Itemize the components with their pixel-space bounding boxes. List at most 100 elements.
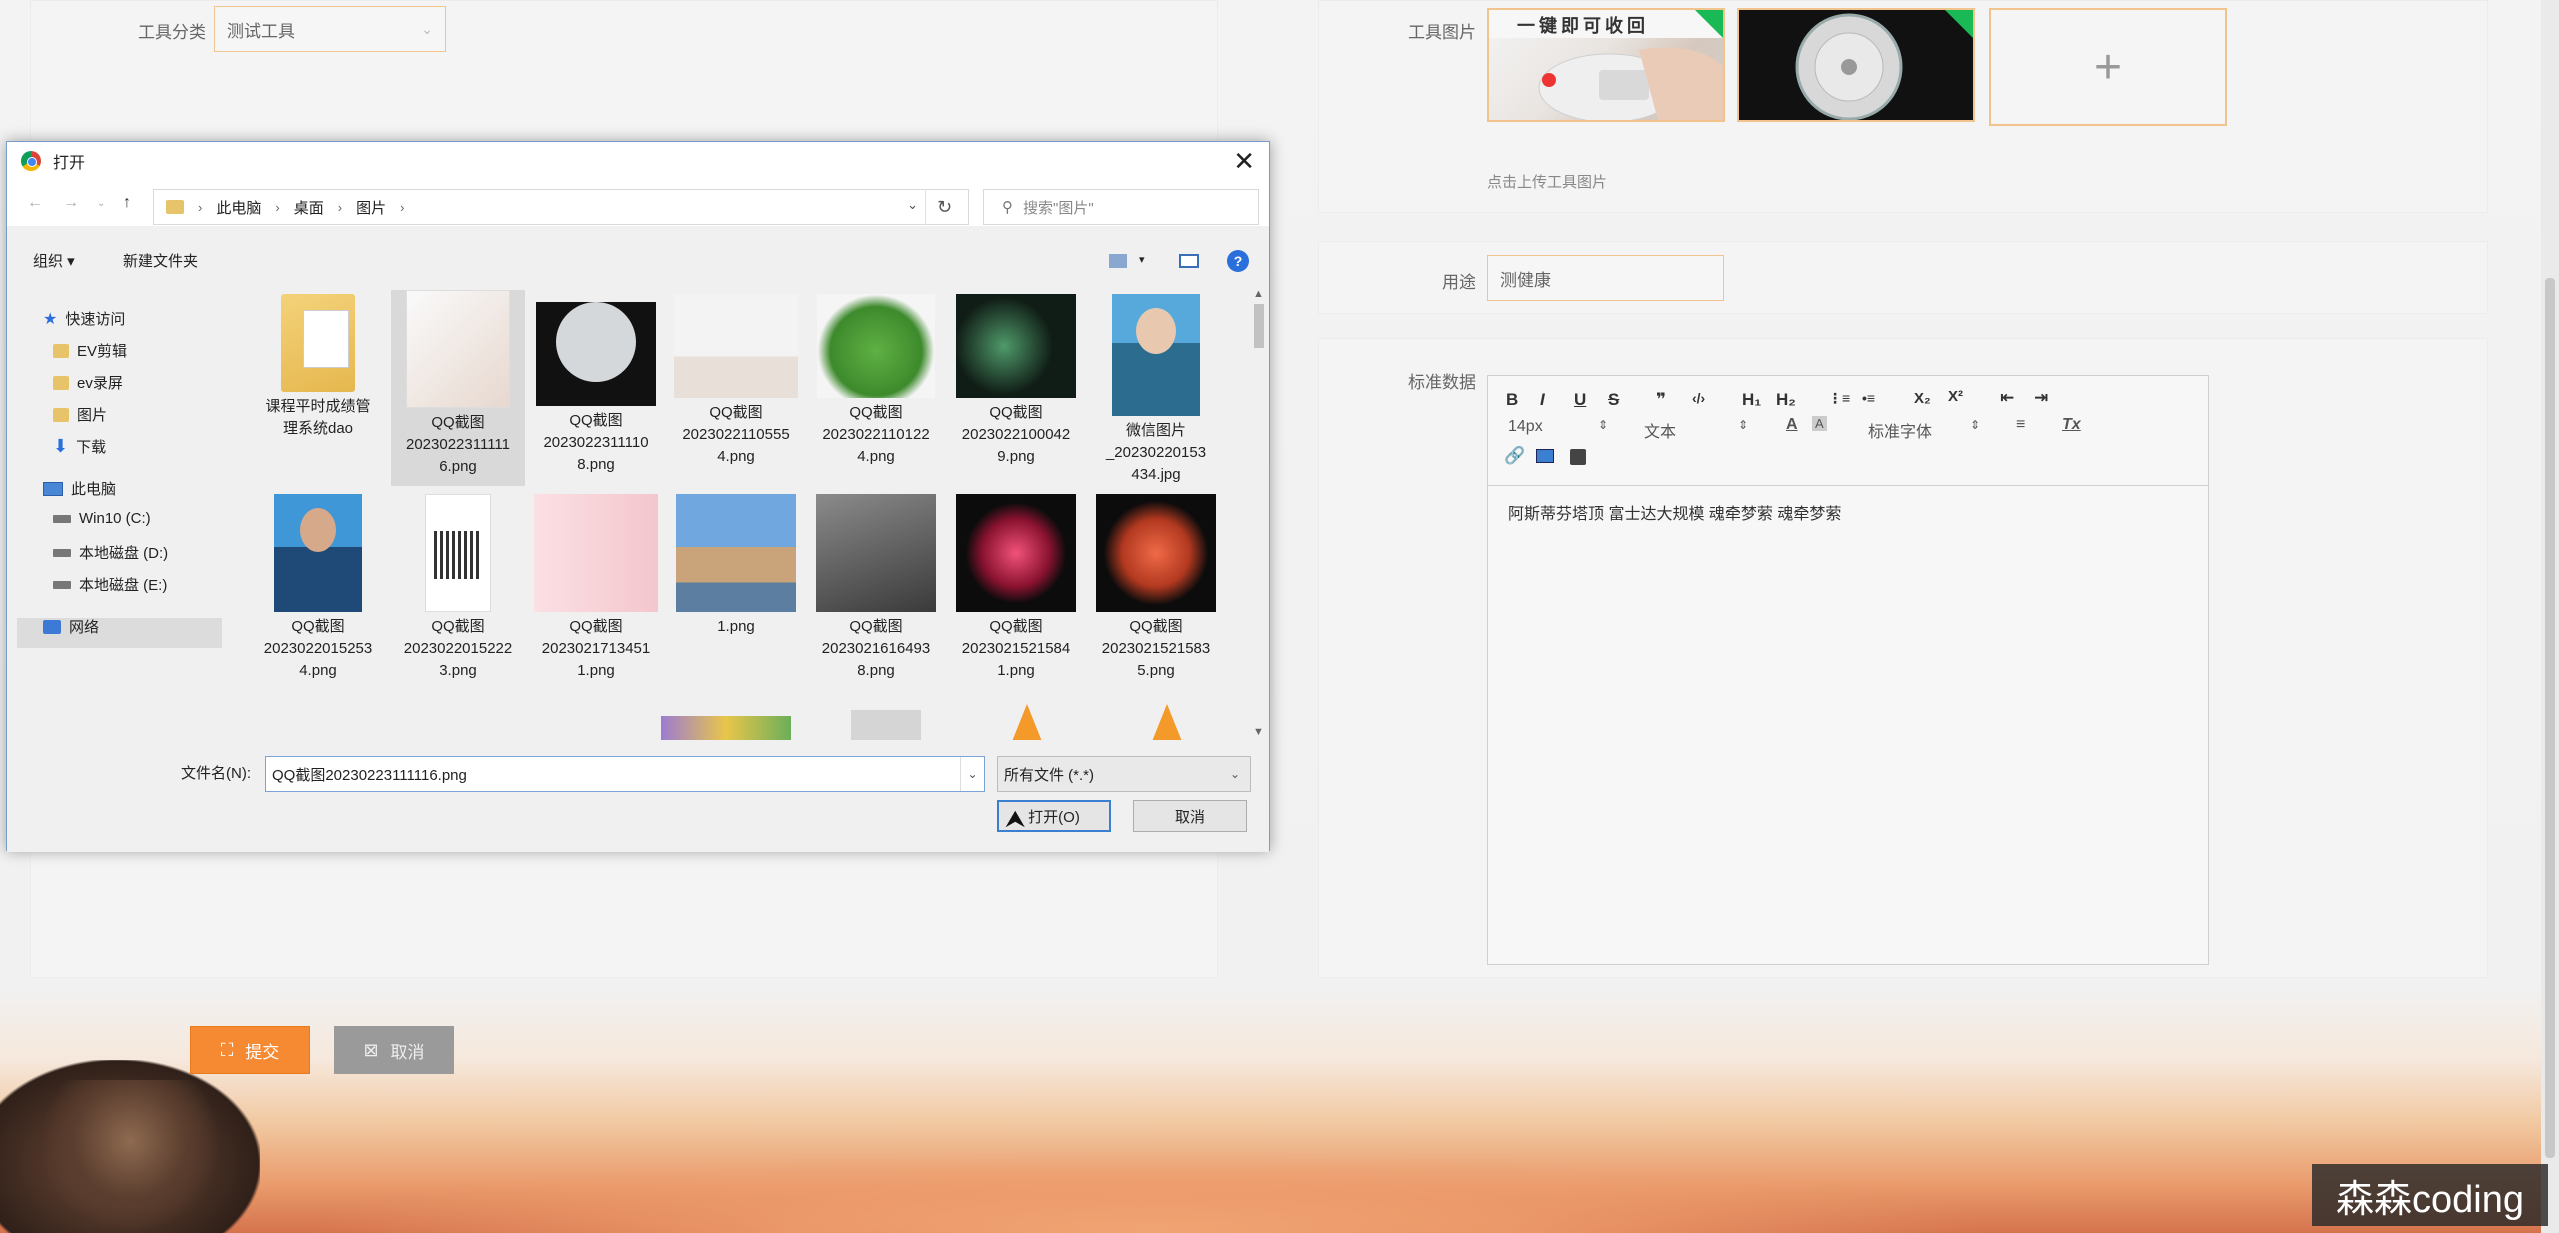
- clear-format-button[interactable]: Tx: [2062, 416, 2081, 434]
- nav-item-ev-edit[interactable]: EV剪辑: [53, 340, 127, 361]
- page-scrollbar-thumb[interactable]: [2545, 278, 2555, 1158]
- nav-item-pictures[interactable]: 图片: [53, 404, 107, 425]
- h2-button[interactable]: H₂: [1776, 390, 1796, 410]
- file-item[interactable]: QQ截图 2023022110122 4.png: [809, 290, 943, 468]
- scroll-down-icon[interactable]: ▼: [1253, 726, 1264, 738]
- page-scrollbar[interactable]: [2541, 0, 2559, 1233]
- image-icon[interactable]: [1536, 449, 1554, 463]
- file-item[interactable]: 1.png: [669, 490, 803, 638]
- mouse-cursor-icon: ⮝: [1005, 806, 1026, 833]
- file-item[interactable]: QQ截图 2023022311110 8.png: [529, 290, 663, 476]
- superscript-button[interactable]: X²: [1948, 388, 1963, 405]
- chevron-down-icon[interactable]: ⌄: [907, 197, 918, 213]
- font-size-select[interactable]: 14px: [1508, 418, 1543, 436]
- align-button[interactable]: ≡: [2016, 416, 2025, 434]
- address-bar[interactable]: › 此电脑 › 桌面 › 图片 › ⌄: [153, 189, 969, 225]
- drive-icon: [53, 548, 71, 557]
- file-item[interactable]: 微信图片 _20230220153 434.jpg: [1089, 290, 1223, 486]
- close-icon[interactable]: ✕: [1233, 146, 1255, 177]
- underline-button[interactable]: U: [1574, 390, 1586, 410]
- cancel-button[interactable]: ⊠ 取消: [334, 1026, 454, 1074]
- nav-quick-access[interactable]: ★ 快速访问: [43, 308, 125, 329]
- bullet-list-button[interactable]: •≡: [1862, 390, 1875, 406]
- vlc-icon[interactable]: [1011, 704, 1043, 740]
- file-list-scrollbar[interactable]: ▲ ▼: [1249, 286, 1267, 742]
- star-icon: ★: [43, 310, 58, 328]
- file-item[interactable]: QQ截图 2023022110555 4.png: [669, 290, 803, 468]
- new-folder-button[interactable]: 新建文件夹: [123, 250, 198, 271]
- image-thumbnail: [674, 294, 798, 398]
- view-options-icon[interactable]: [1109, 254, 1127, 268]
- ordered-list-button[interactable]: ⋮≡: [1828, 390, 1850, 407]
- subscript-button[interactable]: X₂: [1914, 390, 1931, 407]
- scroll-up-icon[interactable]: ▲: [1253, 288, 1264, 300]
- file-item[interactable]: QQ截图 2023021616493 8.png: [809, 490, 943, 682]
- category-select[interactable]: 测试工具 ⌄: [214, 6, 446, 52]
- file-item[interactable]: QQ截图 2023022100042 9.png: [949, 290, 1083, 468]
- file-item[interactable]: 课程平时成绩管 理系统dao: [251, 290, 385, 440]
- purpose-input[interactable]: 测健康: [1487, 255, 1724, 301]
- breadcrumb-this-pc[interactable]: 此电脑: [216, 197, 261, 218]
- refresh-icon[interactable]: ↻: [925, 189, 963, 225]
- filename-value: QQ截图20230223111116.png: [272, 766, 467, 784]
- folder-icon: [281, 294, 355, 392]
- help-icon[interactable]: ?: [1227, 250, 1249, 272]
- back-arrow-icon[interactable]: ←: [27, 194, 43, 212]
- save-icon[interactable]: [1570, 449, 1586, 465]
- blockquote-button[interactable]: ❞: [1656, 390, 1666, 410]
- nav-item-ev-record[interactable]: ev录屏: [53, 372, 123, 393]
- submit-icon: ⛶: [220, 1039, 234, 1060]
- file-name: QQ截图 2023022015222 3.png: [403, 618, 513, 679]
- background-color-icon[interactable]: A: [1812, 416, 1827, 431]
- nav-drive-e[interactable]: 本地磁盘 (E:): [53, 574, 167, 595]
- round-scale-photo: [1795, 13, 1903, 120]
- editor-content[interactable]: 阿斯蒂芬塔顶 富士达大规模 魂牵梦萦 魂牵梦萦: [1508, 500, 1841, 524]
- vlc-icon[interactable]: [1151, 704, 1183, 740]
- file-item[interactable]: QQ截图 2023021713451 1.png: [529, 490, 663, 682]
- file-item[interactable]: QQ截图 2023022015253 4.png: [251, 490, 385, 682]
- breadcrumb-pictures[interactable]: 图片: [356, 197, 386, 218]
- dialog-cancel-button[interactable]: 取消: [1133, 800, 1247, 832]
- tool-image-1[interactable]: 一键即可收回: [1487, 8, 1725, 122]
- scrollbar-thumb[interactable]: [1254, 304, 1264, 348]
- filename-input[interactable]: QQ截图20230223111116.png ⌄: [265, 756, 985, 792]
- nav-drive-c[interactable]: Win10 (C:): [53, 510, 151, 527]
- nav-drive-d[interactable]: 本地磁盘 (D:): [53, 542, 168, 563]
- h1-button[interactable]: H₁: [1742, 390, 1761, 410]
- italic-button[interactable]: I: [1540, 390, 1545, 410]
- link-icon[interactable]: 🔗: [1504, 446, 1525, 466]
- font-color-icon[interactable]: A: [1786, 416, 1798, 434]
- forward-arrow-icon[interactable]: →: [63, 194, 79, 212]
- search-input[interactable]: ⚲ 搜索"图片": [983, 189, 1259, 225]
- file-item[interactable]: QQ截图 2023022015222 3.png: [391, 490, 525, 682]
- breadcrumb-desktop[interactable]: 桌面: [294, 197, 324, 218]
- font-family-select[interactable]: 标准字体: [1868, 418, 1932, 442]
- chevron-down-icon[interactable]: ▾: [1139, 253, 1145, 266]
- upload-hint[interactable]: 点击上传工具图片: [1487, 171, 1607, 192]
- submit-button[interactable]: ⛶ 提交: [190, 1026, 310, 1074]
- nav-this-pc[interactable]: 此电脑: [43, 478, 116, 499]
- code-button[interactable]: ‹/›: [1692, 390, 1705, 406]
- chevron-down-icon[interactable]: ⌄: [960, 757, 984, 791]
- block-format-select[interactable]: 文本: [1644, 418, 1676, 442]
- filetype-select[interactable]: 所有文件 (*.*) ⌄: [997, 756, 1251, 792]
- image-thumbnail[interactable]: [661, 716, 791, 740]
- nav-item-downloads[interactable]: ⬇ 下载: [53, 436, 106, 457]
- up-arrow-icon[interactable]: ↑: [123, 194, 131, 212]
- file-item[interactable]: QQ截图 2023021521584 1.png: [949, 490, 1083, 682]
- indent-button[interactable]: ⇥: [2034, 388, 2048, 408]
- outdent-button[interactable]: ⇤: [2000, 388, 2014, 408]
- image-thumbnail: [536, 302, 656, 406]
- tool-image-2[interactable]: [1737, 8, 1975, 122]
- bold-button[interactable]: B: [1506, 390, 1518, 410]
- file-name: QQ截图 2023021521583 5.png: [1101, 618, 1211, 679]
- preview-pane-icon[interactable]: [1179, 254, 1199, 268]
- nav-network[interactable]: 网络: [43, 616, 99, 637]
- strikethrough-button[interactable]: S: [1608, 390, 1619, 410]
- file-icon[interactable]: [851, 710, 921, 740]
- add-image-button[interactable]: +: [1989, 8, 2227, 126]
- recent-chevron-icon[interactable]: ⌄: [97, 198, 105, 209]
- file-item-selected[interactable]: QQ截图 2023022311111 6.png: [391, 290, 525, 486]
- organize-menu[interactable]: 组织 ▾: [33, 250, 75, 271]
- file-item[interactable]: QQ截图 2023021521583 5.png: [1089, 490, 1223, 682]
